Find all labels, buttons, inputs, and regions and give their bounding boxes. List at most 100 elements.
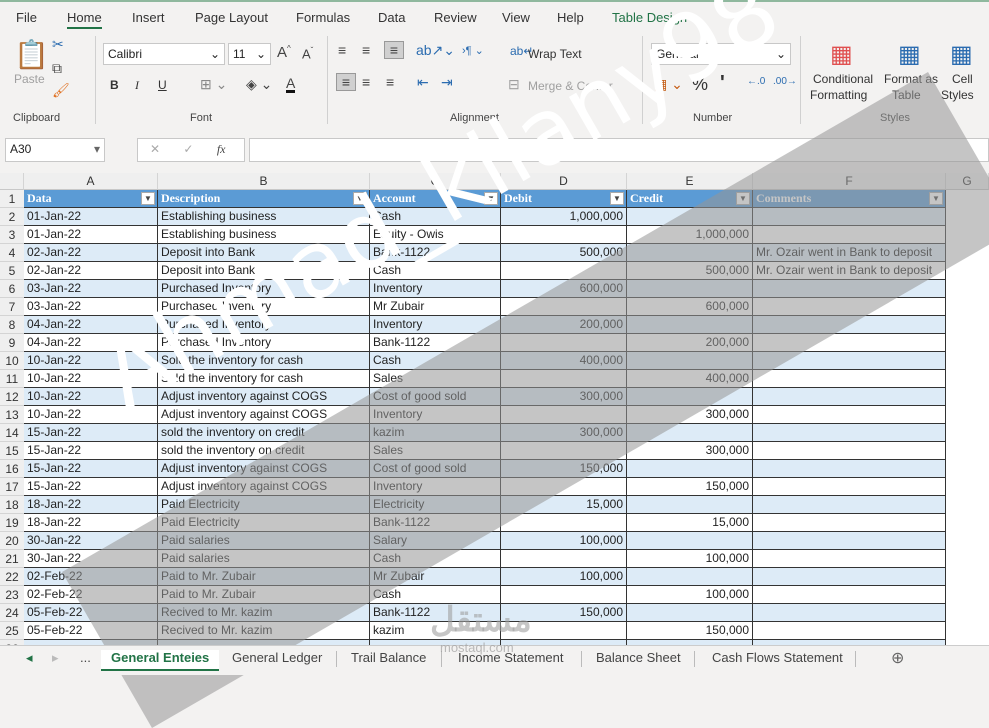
table-cell[interactable]: kazim (370, 622, 501, 640)
column-header-E[interactable]: E (627, 173, 753, 190)
bold-button[interactable]: B (110, 78, 119, 92)
row-header-6[interactable]: 6 (0, 280, 24, 298)
italic-button[interactable]: I (135, 78, 139, 93)
cell-styles-line2[interactable]: Styles (941, 88, 974, 102)
table-cell[interactable]: 10-Jan-22 (24, 388, 158, 406)
table-cell[interactable]: 400,000 (627, 370, 753, 388)
table-cell[interactable] (501, 262, 627, 280)
table-cell[interactable] (627, 316, 753, 334)
table-cell[interactable]: Cash (370, 352, 501, 370)
table-cell[interactable]: 18-Jan-22 (24, 496, 158, 514)
table-cell[interactable]: Paid to Mr. Zubair (158, 568, 370, 586)
filter-dropdown-icon[interactable]: ▼ (929, 192, 943, 205)
table-cell[interactable] (753, 586, 946, 604)
table-cell[interactable]: Salary (370, 532, 501, 550)
borders-icon[interactable]: ⊞ ⌄ (200, 76, 227, 93)
conditional-formatting-line2[interactable]: Formatting (810, 88, 867, 102)
table-cell[interactable] (627, 568, 753, 586)
tab-general-entries[interactable]: General Enteies (101, 650, 220, 671)
table-cell[interactable] (753, 568, 946, 586)
menu-insert[interactable]: Insert (132, 10, 165, 25)
table-cell[interactable]: Electricity (370, 496, 501, 514)
table-cell[interactable]: Paid Electricity (158, 514, 370, 532)
table-cell[interactable]: Cash (370, 262, 501, 280)
menu-home[interactable]: Home (67, 10, 102, 29)
table-cell[interactable]: 01-Jan-22 (24, 208, 158, 226)
table-cell[interactable] (753, 550, 946, 568)
align-middle-icon[interactable]: ≡ (362, 42, 370, 58)
table-cell[interactable]: Cost of good sold (370, 460, 501, 478)
column-header-F[interactable]: F (753, 173, 946, 190)
table-cell[interactable]: 1,000,000 (501, 208, 627, 226)
tab-balance-sheet[interactable]: Balance Sheet (590, 650, 687, 665)
table-cell[interactable]: 30-Jan-22 (24, 550, 158, 568)
table-cell[interactable]: Sold the inventory for cash (158, 352, 370, 370)
table-header-cell[interactable]: Data ▼ (24, 190, 158, 208)
table-cell[interactable]: 02-Feb-22 (24, 568, 158, 586)
filter-dropdown-icon[interactable]: ▼ (610, 192, 624, 205)
table-cell[interactable]: Establishing business (158, 226, 370, 244)
row-header-21[interactable]: 21 (0, 550, 24, 568)
table-cell[interactable]: Recived to Mr. kazim (158, 622, 370, 640)
table-cell[interactable]: Establishing business (158, 208, 370, 226)
tab-income-statement[interactable]: Income Statement (452, 650, 570, 665)
decrease-font-icon[interactable]: Aˇ (302, 46, 313, 61)
table-cell[interactable]: 04-Jan-22 (24, 334, 158, 352)
table-cell[interactable]: Adjust inventory against COGS (158, 460, 370, 478)
row-header-22[interactable]: 22 (0, 568, 24, 586)
conditional-formatting-line1[interactable]: Conditional (813, 72, 873, 86)
table-cell[interactable]: Purchased Inventory (158, 298, 370, 316)
table-cell[interactable] (753, 442, 946, 460)
increase-indent-icon[interactable]: ⇥ (441, 74, 453, 91)
table-cell[interactable]: 300,000 (501, 388, 627, 406)
table-cell[interactable] (753, 208, 946, 226)
table-cell[interactable]: 400,000 (501, 352, 627, 370)
table-cell[interactable] (627, 352, 753, 370)
row-header-3[interactable]: 3 (0, 226, 24, 244)
row-header-2[interactable]: 2 (0, 208, 24, 226)
row-header-7[interactable]: 7 (0, 298, 24, 316)
table-cell[interactable]: 05-Feb-22 (24, 622, 158, 640)
table-cell[interactable]: Sales (370, 370, 501, 388)
decrease-decimal-icon[interactable]: .00→ (773, 76, 797, 87)
menu-table-design[interactable]: Table Design (612, 10, 687, 25)
table-cell[interactable] (501, 334, 627, 352)
row-header-18[interactable]: 18 (0, 496, 24, 514)
table-cell[interactable]: 18-Jan-22 (24, 514, 158, 532)
comma-button[interactable]: ' (720, 72, 725, 95)
format-as-table-line2[interactable]: Table (892, 88, 921, 102)
table-cell[interactable]: 1,000,000 (627, 226, 753, 244)
table-cell[interactable]: 15,000 (501, 496, 627, 514)
table-header-cell[interactable]: Credit ▼ (627, 190, 753, 208)
table-cell[interactable]: 600,000 (501, 280, 627, 298)
align-left-icon[interactable]: ≡ (336, 73, 356, 91)
table-cell[interactable]: Sold the inventory for cash (158, 370, 370, 388)
table-cell[interactable]: Bank-1122 (370, 334, 501, 352)
table-cell[interactable]: Purchased Inventory (158, 334, 370, 352)
merge-center-button[interactable]: Merge & Center (528, 79, 613, 93)
menu-help[interactable]: Help (557, 10, 584, 25)
align-right-icon[interactable]: ≡ (386, 74, 394, 90)
increase-decimal-icon[interactable]: ←.0 (747, 76, 765, 87)
table-cell[interactable]: 300,000 (627, 442, 753, 460)
table-cell[interactable] (627, 460, 753, 478)
table-cell[interactable] (753, 532, 946, 550)
paste-icon[interactable]: 📋 (14, 38, 49, 71)
table-cell[interactable]: 150,000 (627, 478, 753, 496)
table-cell[interactable] (753, 460, 946, 478)
table-cell[interactable]: Paid to Mr. Zubair (158, 586, 370, 604)
table-cell[interactable]: Mr Zubair (370, 298, 501, 316)
table-cell[interactable]: 02-Jan-22 (24, 244, 158, 262)
menu-file[interactable]: File (16, 10, 37, 25)
table-cell[interactable]: 150,000 (501, 604, 627, 622)
row-header-24[interactable]: 24 (0, 604, 24, 622)
table-cell[interactable]: Cash (370, 208, 501, 226)
font-color-icon[interactable]: A (286, 76, 296, 93)
menu-view[interactable]: View (502, 10, 530, 25)
tab-cash-flows-statement[interactable]: Cash Flows Statement (706, 650, 849, 665)
table-cell[interactable] (753, 604, 946, 622)
table-cell[interactable]: 100,000 (627, 550, 753, 568)
table-cell[interactable]: kazim (370, 424, 501, 442)
format-as-table-line1[interactable]: Format as (884, 72, 938, 86)
scroll-tabs-left[interactable]: ◂ (20, 650, 39, 666)
